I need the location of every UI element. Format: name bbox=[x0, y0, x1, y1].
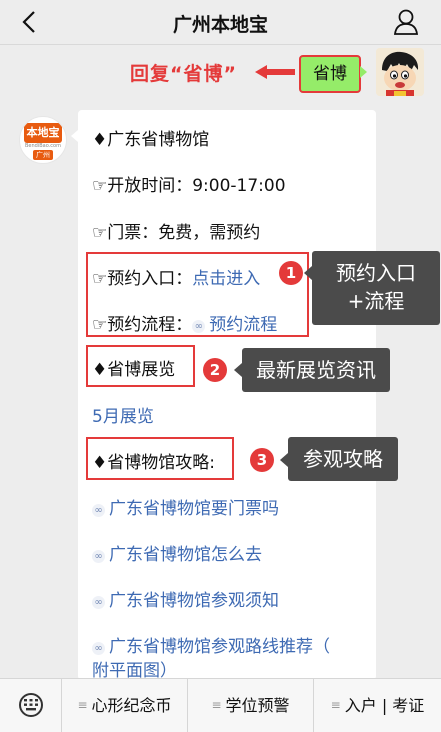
menu-item-residency-exam[interactable]: ≡ 入户 | 考证 bbox=[314, 679, 441, 732]
bottom-menu-bar: ≡ 心形纪念币 ≡ 学位预警 ≡ 入户 | 考证 bbox=[0, 678, 441, 732]
reservation-process-link[interactable]: 预约流程 bbox=[209, 315, 277, 335]
callout-guide: 参观攻略 bbox=[288, 437, 398, 481]
callout-reservation-line2: +流程 bbox=[347, 289, 405, 313]
guide-link-notice-text[interactable]: 广东省博物馆参观须知 bbox=[109, 591, 279, 611]
guide-heading: ♦省博物馆攻略: bbox=[92, 453, 215, 473]
callout-reservation-line1: 预约入口 bbox=[336, 261, 416, 285]
link-icon: ∞ bbox=[92, 550, 105, 563]
menu-item-label: 入户 | 考证 bbox=[344, 696, 425, 715]
menu-item-school-warning[interactable]: ≡ 学位预警 bbox=[188, 679, 314, 732]
guide-link-ticket[interactable]: ∞ 广东省博物馆要门票吗 bbox=[92, 494, 279, 519]
menu-list-icon: ≡ bbox=[330, 698, 341, 712]
callout-exhibition: 最新展览资讯 bbox=[242, 348, 390, 392]
callout-reservation: 预约入口 +流程 bbox=[312, 251, 440, 325]
link-icon: ∞ bbox=[92, 596, 105, 609]
callout-tail-1 bbox=[304, 266, 312, 280]
menu-item-label: 学位预警 bbox=[225, 696, 290, 715]
menu-list-icon: ≡ bbox=[211, 698, 222, 712]
exhibition-link[interactable]: 5月展览 bbox=[92, 402, 154, 427]
reservation-process: ☞预约流程： ∞ 预约流程 bbox=[92, 310, 277, 335]
guide-link-directions-text[interactable]: 广东省博物馆怎么去 bbox=[109, 545, 262, 565]
opening-hours: ☞开放时间：9:00-17:00 bbox=[92, 176, 286, 196]
page-title: 广州本地宝 bbox=[172, 14, 268, 36]
menu-item-label: 心形纪念币 bbox=[91, 696, 172, 715]
callout-tail-2 bbox=[234, 363, 242, 377]
guide-link-route-text[interactable]: 广东省博物馆参观路线推荐（ bbox=[109, 637, 330, 657]
arrow-left-icon bbox=[255, 64, 295, 83]
guide-link-route[interactable]: ∞ 广东省博物馆参观路线推荐（ bbox=[92, 632, 330, 657]
reply-bubble-tail bbox=[71, 130, 78, 142]
avatar[interactable] bbox=[376, 48, 424, 96]
menu-item-commemorative-coin[interactable]: ≡ 心形纪念币 bbox=[62, 679, 188, 732]
reservation-process-label: ☞预约流程： bbox=[92, 315, 193, 335]
logo-text: 本地宝 bbox=[24, 123, 62, 143]
exhibition-heading: ♦省博展览 bbox=[92, 360, 176, 380]
number-badge-1: 1 bbox=[279, 261, 303, 285]
logo-subtext: BendiBao.com bbox=[25, 143, 61, 149]
bot-avatar[interactable]: 本地宝 BendiBao.com 广州 bbox=[19, 116, 67, 164]
reservation-entry: ☞预约入口：点击进入 bbox=[92, 264, 260, 289]
number-badge-3: 3 bbox=[250, 448, 274, 472]
guide-link-directions[interactable]: ∞ 广东省博物馆怎么去 bbox=[92, 540, 262, 565]
museum-name: ♦广东省博物馆 bbox=[92, 130, 210, 150]
number-badge-2: 2 bbox=[203, 358, 227, 382]
reservation-entry-label: ☞预约入口： bbox=[92, 269, 193, 289]
logo-city: 广州 bbox=[33, 150, 53, 160]
link-icon: ∞ bbox=[92, 642, 105, 655]
menu-list-icon: ≡ bbox=[77, 698, 88, 712]
link-icon: ∞ bbox=[92, 504, 105, 517]
guide-link-ticket-text[interactable]: 广东省博物馆要门票吗 bbox=[109, 499, 279, 519]
top-bar: 广州本地宝 bbox=[0, 0, 441, 45]
guide-link-notice[interactable]: ∞ 广东省博物馆参观须知 bbox=[92, 586, 279, 611]
person-icon[interactable] bbox=[393, 8, 419, 36]
sent-bubble-tail bbox=[360, 66, 367, 78]
ticket-info: ☞门票：免费，需预约 bbox=[92, 223, 261, 243]
link-icon: ∞ bbox=[192, 320, 206, 333]
reservation-entry-link[interactable]: 点击进入 bbox=[192, 269, 260, 289]
keyboard-icon[interactable] bbox=[0, 679, 62, 732]
hint-text: 回复“省博” bbox=[130, 63, 237, 85]
sent-message-bubble[interactable]: 省博 bbox=[299, 55, 361, 93]
callout-tail-3 bbox=[280, 453, 288, 467]
